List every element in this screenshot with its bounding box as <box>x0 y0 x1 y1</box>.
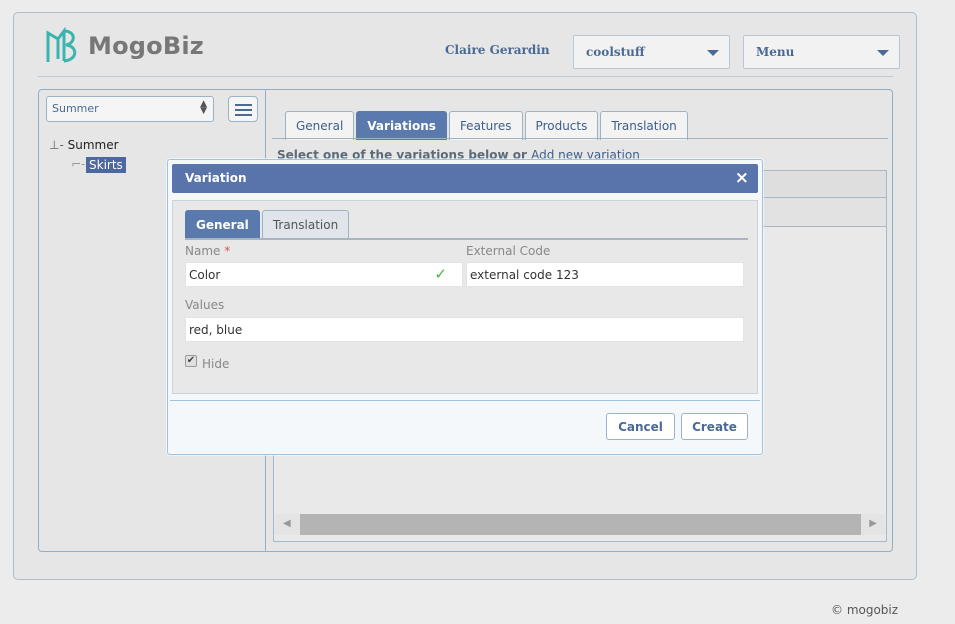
dialog-body: General Translation Name * Color ✓ Exter… <box>172 200 758 394</box>
dialog-tab-general[interactable]: General <box>185 210 260 239</box>
scrollbar-thumb[interactable] <box>300 514 861 535</box>
create-button[interactable]: Create <box>681 413 748 440</box>
menu-select-value: Menu <box>756 45 795 59</box>
user-name[interactable]: Claire Gerardin <box>445 43 550 57</box>
dialog-tabs: General Translation <box>185 210 350 239</box>
logo[interactable]: MogoBiz <box>44 27 204 65</box>
logo-text: MogoBiz <box>88 32 204 60</box>
dialog-tab-translation[interactable]: Translation <box>261 210 350 239</box>
menu-select[interactable]: Menu <box>743 35 900 69</box>
tabs-divider <box>272 138 888 139</box>
header: MogoBiz Claire Gerardin coolstuff Menu <box>38 13 900 77</box>
values-label: Values <box>185 298 225 312</box>
dialog-divider <box>170 400 760 401</box>
tree-node-label: Summer <box>67 138 119 152</box>
tree-menu-button[interactable] <box>228 96 258 122</box>
dialog-title: Variation <box>185 171 247 185</box>
required-marker: * <box>224 244 231 258</box>
updown-arrows-icon: ▲ ▼ <box>200 99 207 116</box>
close-icon[interactable]: × <box>735 168 749 188</box>
copyright: © mogobiz <box>831 603 899 617</box>
external-code-field[interactable]: external code 123 <box>466 262 744 287</box>
horizontal-scrollbar[interactable]: ◀ ▶ <box>275 514 885 535</box>
values-field[interactable]: red, blue <box>185 317 744 342</box>
hamburger-icon <box>235 104 252 106</box>
tree-node-selected[interactable]: Skirts <box>86 157 126 173</box>
store-select[interactable]: coolstuff <box>573 35 730 69</box>
scroll-left-icon[interactable]: ◀ <box>283 518 291 529</box>
name-field[interactable]: Color ✓ <box>185 262 463 287</box>
mogobiz-logo-icon <box>46 27 77 63</box>
dialog-title-bar: Variation × <box>172 164 758 193</box>
tab-features[interactable]: Features <box>448 111 523 140</box>
cancel-button[interactable]: Cancel <box>606 413 675 440</box>
store-select-value: coolstuff <box>586 45 645 59</box>
tab-variations[interactable]: Variations <box>356 111 447 140</box>
chevron-down-icon <box>877 50 889 56</box>
name-label: Name * <box>185 244 230 258</box>
hide-checkbox[interactable]: ✔ <box>185 355 197 367</box>
main-tabs: General Variations Features Products Tra… <box>285 111 688 140</box>
tree-leaf-icon: ⌐- <box>71 157 86 171</box>
catalog-select[interactable]: Summer ▲ ▼ <box>46 96 214 122</box>
tab-products[interactable]: Products <box>524 111 599 140</box>
scroll-right-icon[interactable]: ▶ <box>869 518 877 529</box>
tree-node-root[interactable]: ⊥- Summer <box>49 138 119 152</box>
name-label-text: Name <box>185 244 221 258</box>
tree-branch-icon: ⊥- <box>49 138 64 152</box>
tab-translation[interactable]: Translation <box>600 111 688 140</box>
hamburger-icon <box>235 114 252 116</box>
name-field-value: Color <box>189 268 221 282</box>
dialog-tabs-divider <box>185 238 748 240</box>
hamburger-icon <box>235 109 252 111</box>
chevron-down-icon <box>707 50 719 56</box>
catalog-select-value: Summer <box>52 102 99 115</box>
external-code-label: External Code <box>466 244 551 258</box>
checkmark-icon: ✓ <box>434 265 447 283</box>
variation-dialog: Variation × General Translation Name * C… <box>167 159 763 455</box>
hide-label: Hide <box>202 357 230 371</box>
tab-general[interactable]: General <box>285 111 355 140</box>
